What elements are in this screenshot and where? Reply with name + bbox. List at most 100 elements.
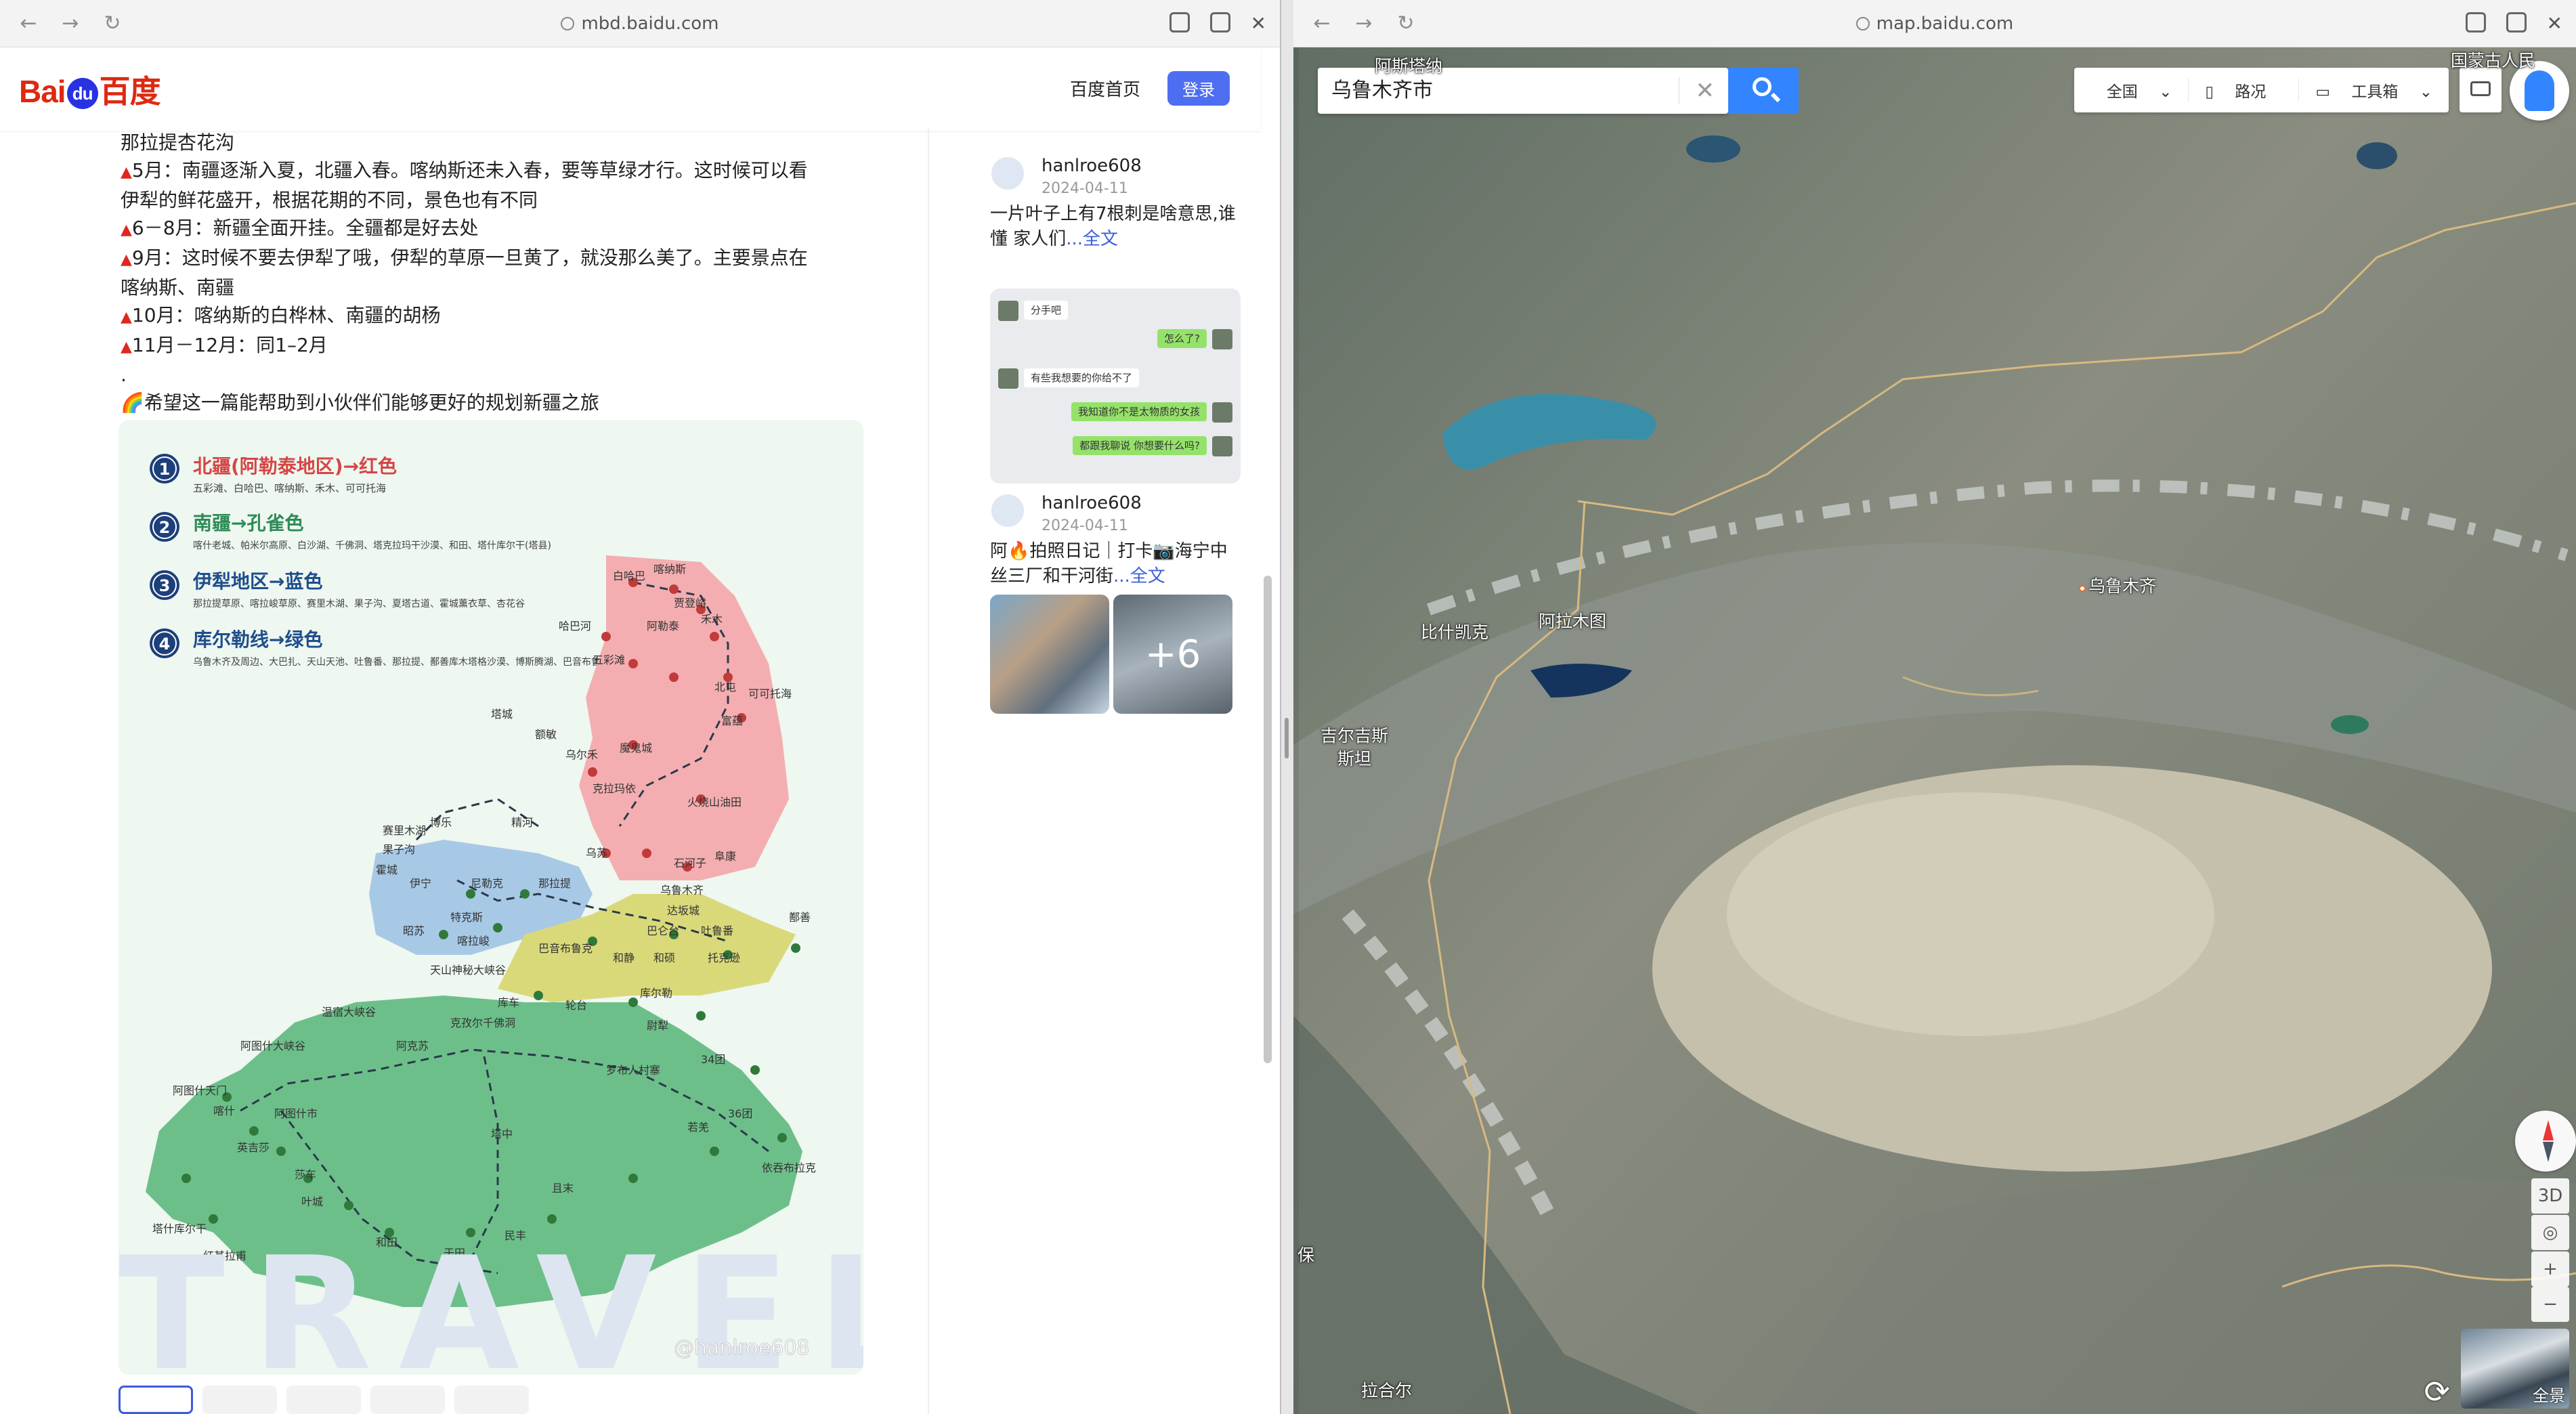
svg-text:3: 3	[159, 576, 171, 595]
photo-thumbnail[interactable]	[990, 595, 1109, 714]
place-label-kyrgyzstan[interactable]: 吉尔吉斯 斯坦	[1321, 725, 1388, 771]
panorama-thumbnail[interactable]: 全景	[2461, 1329, 2569, 1409]
svg-text:五彩滩、白哈巴、喀纳斯、禾木、可可托海: 五彩滩、白哈巴、喀纳斯、禾木、可可托海	[193, 482, 386, 494]
post-username[interactable]: hanlroe608	[1042, 156, 1142, 176]
read-more-link[interactable]: ...全文	[1113, 566, 1165, 586]
read-more-link[interactable]: ...全文	[1066, 229, 1118, 249]
svg-text:达坂城: 达坂城	[667, 904, 700, 917]
svg-text:吐鲁番: 吐鲁番	[701, 924, 733, 937]
svg-text:哈巴河: 哈巴河	[559, 620, 591, 633]
svg-text:和静: 和静	[613, 951, 635, 964]
zoom-in-button[interactable]: +	[2531, 1251, 2569, 1287]
baidu-header: Bai du 百度 百度首页 登录	[0, 48, 1261, 131]
post-date: 2024-04-11	[1042, 180, 1128, 197]
baidu-map-window: ← → ↻ map.baidu.com ✕ 乌鲁木齐市 ✕ 全国 ⌄ ▯ 路况 …	[1293, 0, 2576, 1414]
sidebar-toggle-icon[interactable]	[2506, 12, 2527, 33]
svg-text:南疆→孔雀色: 南疆→孔雀色	[193, 512, 303, 534]
svg-text:喀纳斯: 喀纳斯	[653, 563, 686, 576]
article-line: ▲9月：这时候不要去伊犁了哦，伊犁的草原一旦黄了，就没那么美了。主要景点在	[121, 247, 808, 269]
reader-icon[interactable]	[2465, 12, 2486, 33]
article-body: 那拉提杏花沟 ▲5月：南疆逐渐入夏，北疆入春。喀纳斯还未入春，要等草绿才行。这时…	[121, 129, 859, 416]
3d-toggle[interactable]: 3D	[2531, 1178, 2569, 1214]
split-view-divider[interactable]	[1281, 0, 1293, 1414]
address-bar[interactable]: mbd.baidu.com	[0, 14, 1280, 34]
svg-text:石河子: 石河子	[674, 857, 706, 870]
paw-icon: du	[66, 78, 98, 109]
svg-text:火烧山油田: 火烧山油田	[687, 796, 742, 809]
svg-text:托克逊: 托克逊	[708, 951, 740, 964]
svg-text:霍城: 霍城	[376, 863, 398, 876]
svg-text:塔城: 塔城	[491, 708, 513, 721]
post-username[interactable]: hanlroe608	[1042, 493, 1142, 513]
toolbox-dropdown[interactable]: ▭ 工具箱 ⌄	[2299, 79, 2449, 102]
svg-text:额敏: 额敏	[535, 728, 557, 741]
link-icon	[1855, 17, 1870, 30]
user-icon	[2525, 70, 2554, 111]
baidu-logo[interactable]: Bai du 百度	[19, 67, 161, 112]
locate-icon[interactable]: ◎	[2531, 1215, 2569, 1250]
sidebar-toggle-icon[interactable]	[1209, 12, 1230, 33]
svg-text:温宿大峡谷: 温宿大峡谷	[322, 1006, 376, 1019]
place-label-lahore[interactable]: 拉合尔	[1361, 1377, 1412, 1402]
svg-text:那拉提: 那拉提	[538, 877, 571, 890]
avatar[interactable]	[990, 156, 1025, 191]
triangle-icon: ▲	[121, 309, 132, 326]
chat-bubble: 都跟我聊说 你想要什么吗?	[1073, 436, 1207, 455]
credit-watermark: @hanlroe608	[674, 1336, 810, 1360]
svg-text:喀什老城、帕米尔高原、白沙湖、千佛洞、塔克拉玛干沙漠、和田、: 喀什老城、帕米尔高原、白沙湖、千佛洞、塔克拉玛干沙漠、和田、塔什库尔干(塔县)	[193, 540, 551, 551]
svg-text:4: 4	[159, 635, 171, 654]
search-button[interactable]	[1728, 68, 1799, 114]
chat-screenshot-image[interactable]: 分手吧 怎么了? 有些我想要的你给不了 我知道你不是太物质的女孩 都跟我聊说 你…	[990, 288, 1241, 484]
avatar[interactable]	[990, 493, 1025, 528]
rotate-icon[interactable]: ⟳	[2424, 1373, 2450, 1410]
svg-text:库尔勒线→绿色: 库尔勒线→绿色	[193, 628, 322, 651]
triangle-icon: ▲	[121, 164, 132, 181]
close-icon[interactable]: ✕	[2547, 12, 2562, 35]
svg-text:伊宁: 伊宁	[410, 877, 431, 890]
address-bar[interactable]: map.baidu.com	[1293, 14, 2576, 34]
svg-text:那拉提草原、喀拉峻草原、赛里木湖、果子沟、夏塔古道、霍城薰衣: 那拉提草原、喀拉峻草原、赛里木湖、果子沟、夏塔古道、霍城薰衣草、杏花谷	[193, 599, 525, 609]
thumbnail-1[interactable]	[119, 1386, 193, 1414]
more-photos-tile[interactable]: +6	[1113, 595, 1232, 714]
close-icon[interactable]: ✕	[1251, 12, 1266, 35]
reader-icon[interactable]	[1169, 12, 1190, 33]
svg-text:轮台: 轮台	[565, 999, 587, 1012]
thumbnail-3[interactable]	[286, 1386, 361, 1414]
svg-text:塔中: 塔中	[491, 1128, 513, 1140]
thumbnail-2[interactable]	[202, 1386, 277, 1414]
compass-icon[interactable]	[2515, 1111, 2576, 1172]
place-label-bao[interactable]: 保	[1297, 1242, 1314, 1266]
clear-icon[interactable]: ✕	[1696, 68, 1715, 114]
svg-text:尼勒克: 尼勒克	[471, 877, 503, 890]
traffic-toggle[interactable]: ▯ 路况	[2189, 79, 2300, 102]
svg-text:博乐: 博乐	[430, 816, 452, 829]
zoom-out-button[interactable]: −	[2531, 1287, 2569, 1322]
message-button[interactable]	[2460, 68, 2502, 112]
photo-gallery: +6	[990, 595, 1232, 714]
place-label-mongolia[interactable]: 国蒙古人民	[2451, 47, 2535, 72]
place-label-almaty[interactable]: 阿拉木图	[1539, 608, 1606, 633]
place-label-astana[interactable]: 阿斯塔纳	[1375, 53, 1442, 77]
thumbnail-5[interactable]	[454, 1386, 529, 1414]
place-label-bishkek[interactable]: 比什凯克	[1421, 619, 1488, 643]
scope-dropdown[interactable]: 全国 ⌄	[2074, 79, 2189, 102]
place-label-urumqi[interactable]: 乌鲁木齐	[2079, 573, 2156, 597]
login-button[interactable]: 登录	[1167, 71, 1230, 106]
svg-text:鄯善: 鄯善	[789, 911, 811, 924]
drag-handle[interactable]	[1285, 718, 1289, 758]
xinjiang-travel-infographic[interactable]: 1 北疆(阿勒泰地区)→红色 五彩滩、白哈巴、喀纳斯、禾木、可可托海 2 南疆→…	[119, 420, 863, 1375]
svg-text:富蕴: 富蕴	[721, 714, 743, 727]
svg-text:36团: 36团	[728, 1107, 752, 1120]
svg-text:精河: 精河	[511, 816, 533, 829]
svg-text:阿图什天门: 阿图什天门	[173, 1084, 227, 1097]
svg-text:伊犁地区→蓝色: 伊犁地区→蓝色	[192, 570, 322, 593]
baidu-home-link[interactable]: 百度首页	[1070, 76, 1140, 101]
svg-text:五彩滩: 五彩滩	[593, 654, 625, 666]
article-line: 🌈希望这一篇能帮助到小伙伴们能够更好的规划新疆之旅	[121, 391, 599, 414]
thumbnail-4[interactable]	[370, 1386, 445, 1414]
satellite-map[interactable]	[1293, 0, 2576, 1414]
svg-text:白哈巴: 白哈巴	[613, 570, 645, 582]
svg-text:阿勒泰: 阿勒泰	[647, 620, 679, 633]
page-scrollbar[interactable]	[1264, 576, 1272, 1063]
post-date: 2024-04-11	[1042, 517, 1128, 534]
